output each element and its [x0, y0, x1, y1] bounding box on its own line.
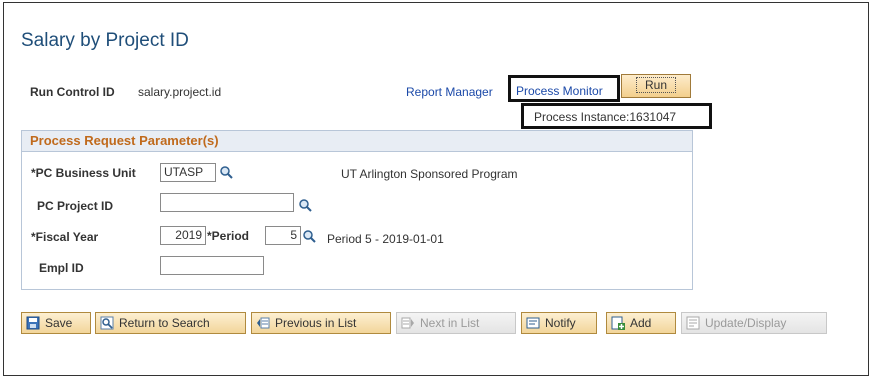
group-header: Process Request Parameter(s) [22, 131, 692, 152]
run-button-label: Run [635, 77, 676, 93]
empl-id-label: Empl ID [39, 261, 84, 275]
update-display-label: Update/Display [705, 316, 787, 330]
business-unit-lookup-icon[interactable] [219, 165, 233, 179]
fiscal-year-input[interactable]: 2019 [160, 226, 206, 245]
empl-id-input[interactable] [160, 256, 264, 275]
next-in-list-label: Next in List [420, 316, 480, 330]
next-in-list-button[interactable]: Next in List [396, 312, 516, 334]
run-control-label: Run Control ID [30, 85, 115, 99]
return-to-search-button[interactable]: Return to Search [95, 312, 246, 334]
add-icon [611, 316, 625, 330]
save-icon [26, 316, 40, 330]
business-unit-description: UT Arlington Sponsored Program [341, 167, 518, 181]
notify-label: Notify [545, 316, 576, 330]
run-button[interactable]: Run [621, 74, 691, 98]
return-to-search-icon [100, 316, 114, 330]
add-button[interactable]: Add [606, 312, 676, 334]
update-display-icon [686, 316, 700, 330]
business-unit-label: *PC Business Unit [31, 166, 136, 180]
period-input[interactable]: 5 [265, 226, 301, 245]
previous-in-list-icon [257, 317, 270, 329]
run-control-value: salary.project.id [138, 85, 222, 99]
notify-icon [526, 317, 540, 329]
group-title: Process Request Parameter(s) [30, 133, 219, 148]
period-description: Period 5 - 2019-01-01 [327, 232, 444, 246]
save-button[interactable]: Save [21, 312, 91, 334]
previous-in-list-label: Previous in List [275, 316, 357, 330]
business-unit-input[interactable]: UTASP [160, 163, 216, 182]
fiscal-year-label: *Fiscal Year [31, 230, 99, 244]
return-to-search-label: Return to Search [119, 316, 210, 330]
page-title: Salary by Project ID [21, 30, 189, 51]
process-request-parameters-group: Process Request Parameter(s) [21, 130, 693, 290]
notify-button[interactable]: Notify [521, 312, 597, 334]
update-display-button[interactable]: Update/Display [681, 312, 827, 334]
process-instance-text: Process Instance:1631047 [534, 110, 677, 124]
save-label: Save [45, 316, 73, 330]
add-label: Add [630, 316, 652, 330]
project-id-lookup-icon[interactable] [298, 198, 312, 212]
process-monitor-link[interactable]: Process Monitor [516, 84, 603, 98]
report-manager-link[interactable]: Report Manager [406, 85, 493, 99]
previous-in-list-button[interactable]: Previous in List [251, 312, 391, 334]
project-id-input[interactable] [160, 193, 294, 212]
period-label: *Period [207, 229, 250, 243]
project-id-label: PC Project ID [37, 199, 114, 213]
next-in-list-icon [401, 317, 414, 329]
period-lookup-icon[interactable] [302, 229, 316, 243]
